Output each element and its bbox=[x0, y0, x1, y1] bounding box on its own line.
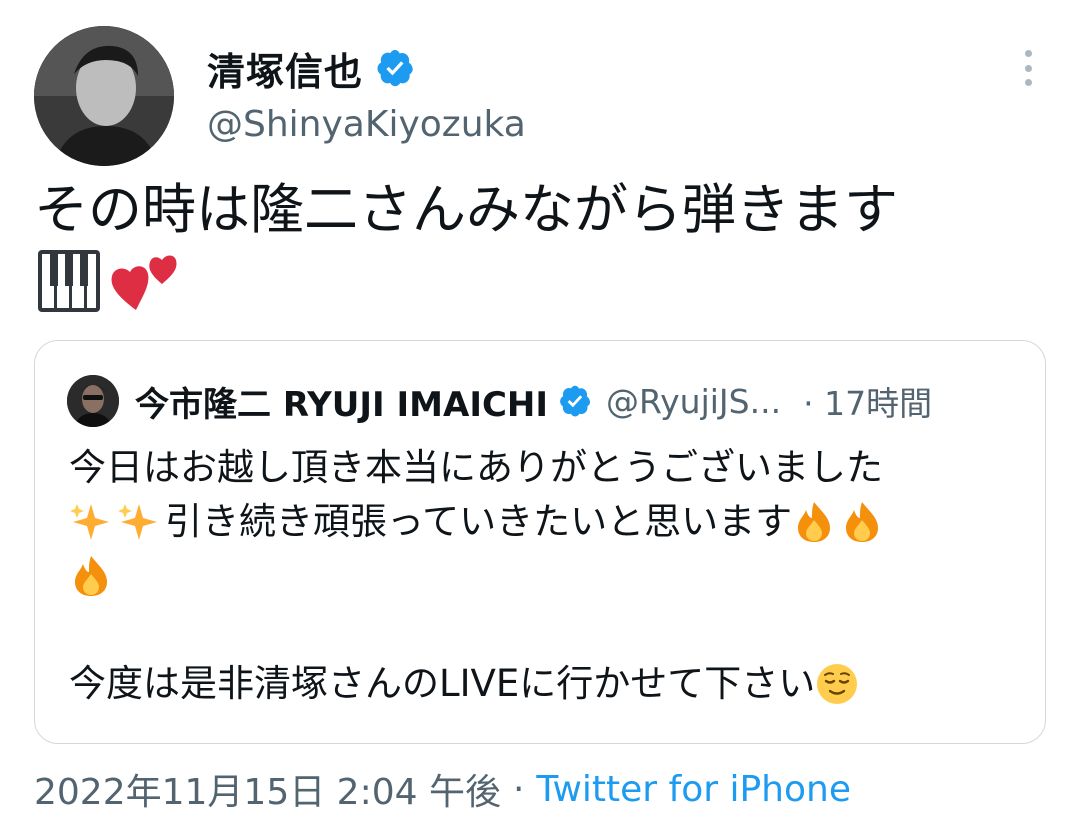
piano-keys-emoji bbox=[38, 250, 100, 312]
sparkles-emoji bbox=[70, 504, 109, 540]
tweet-source-link[interactable]: Twitter for iPhone bbox=[536, 769, 851, 810]
relieved-face-emoji bbox=[817, 664, 858, 704]
quoted-tweet-time: · 17時間 bbox=[803, 384, 933, 423]
footer-separator: · bbox=[512, 768, 525, 810]
author-handle[interactable]: @ShinyaKiyozuka bbox=[207, 104, 526, 145]
verified-badge-icon bbox=[377, 50, 413, 87]
two-hearts-emoji bbox=[111, 255, 177, 310]
quoted-text-line-5: 今度は是非清塚さんのLIVEに行かせて下さい bbox=[69, 662, 816, 705]
more-options-icon[interactable] bbox=[1013, 50, 1043, 86]
tweet-emoji-row bbox=[36, 248, 180, 314]
quoted-author-handle: @RyujiJS... bbox=[606, 381, 782, 421]
quoted-text-line-1: 今日はお越し頂き本当にありがとうございました bbox=[69, 446, 883, 489]
quoted-text-line: 今日はお越し頂き本当にありがとうございました bbox=[69, 441, 1019, 495]
quoted-author-display-name: 今市隆二 RYUJI IMAICHI bbox=[135, 384, 549, 425]
quoted-tweet-header: 今市隆二 RYUJI IMAICHI @RyujiJS... · 17時間 bbox=[67, 373, 1023, 429]
quoted-text-line: 引き続き頑張っていきたいと思います bbox=[69, 495, 1019, 549]
tweet-text: その時は隆二さんみながら弾きます bbox=[34, 178, 898, 241]
quoted-tweet-text: 今日はお越し頂き本当にありがとうございました 引き続き頑張っていきたいと思います bbox=[69, 441, 1019, 711]
tweet-timestamp[interactable]: 2022年11月15日 2:04 午後 bbox=[34, 763, 501, 815]
quoted-author-avatar bbox=[67, 375, 119, 427]
tweet-footer: 2022年11月15日 2:04 午後 · Twitter for iPhone bbox=[34, 764, 851, 814]
verified-badge-icon bbox=[560, 385, 591, 417]
dot bbox=[1024, 50, 1032, 57]
fire-emoji bbox=[798, 502, 831, 542]
quoted-text-line bbox=[69, 549, 1019, 603]
fire-emoji bbox=[846, 502, 879, 542]
author-display-name[interactable]: 清塚信也 bbox=[207, 41, 363, 96]
dot bbox=[1024, 79, 1032, 86]
dot bbox=[1024, 64, 1032, 72]
fire-emoji bbox=[75, 556, 107, 596]
quoted-text-line: 今度は是非清塚さんのLIVEに行かせて下さい bbox=[69, 657, 1019, 711]
quoted-text-blank-line bbox=[69, 603, 1019, 657]
sparkles-emoji bbox=[118, 504, 157, 540]
quoted-tweet[interactable]: 今市隆二 RYUJI IMAICHI @RyujiJS... · 17時間 今日… bbox=[34, 340, 1046, 744]
author-avatar[interactable] bbox=[34, 26, 174, 166]
quoted-text-line-2: 引き続き頑張っていきたいと思います bbox=[165, 500, 793, 543]
